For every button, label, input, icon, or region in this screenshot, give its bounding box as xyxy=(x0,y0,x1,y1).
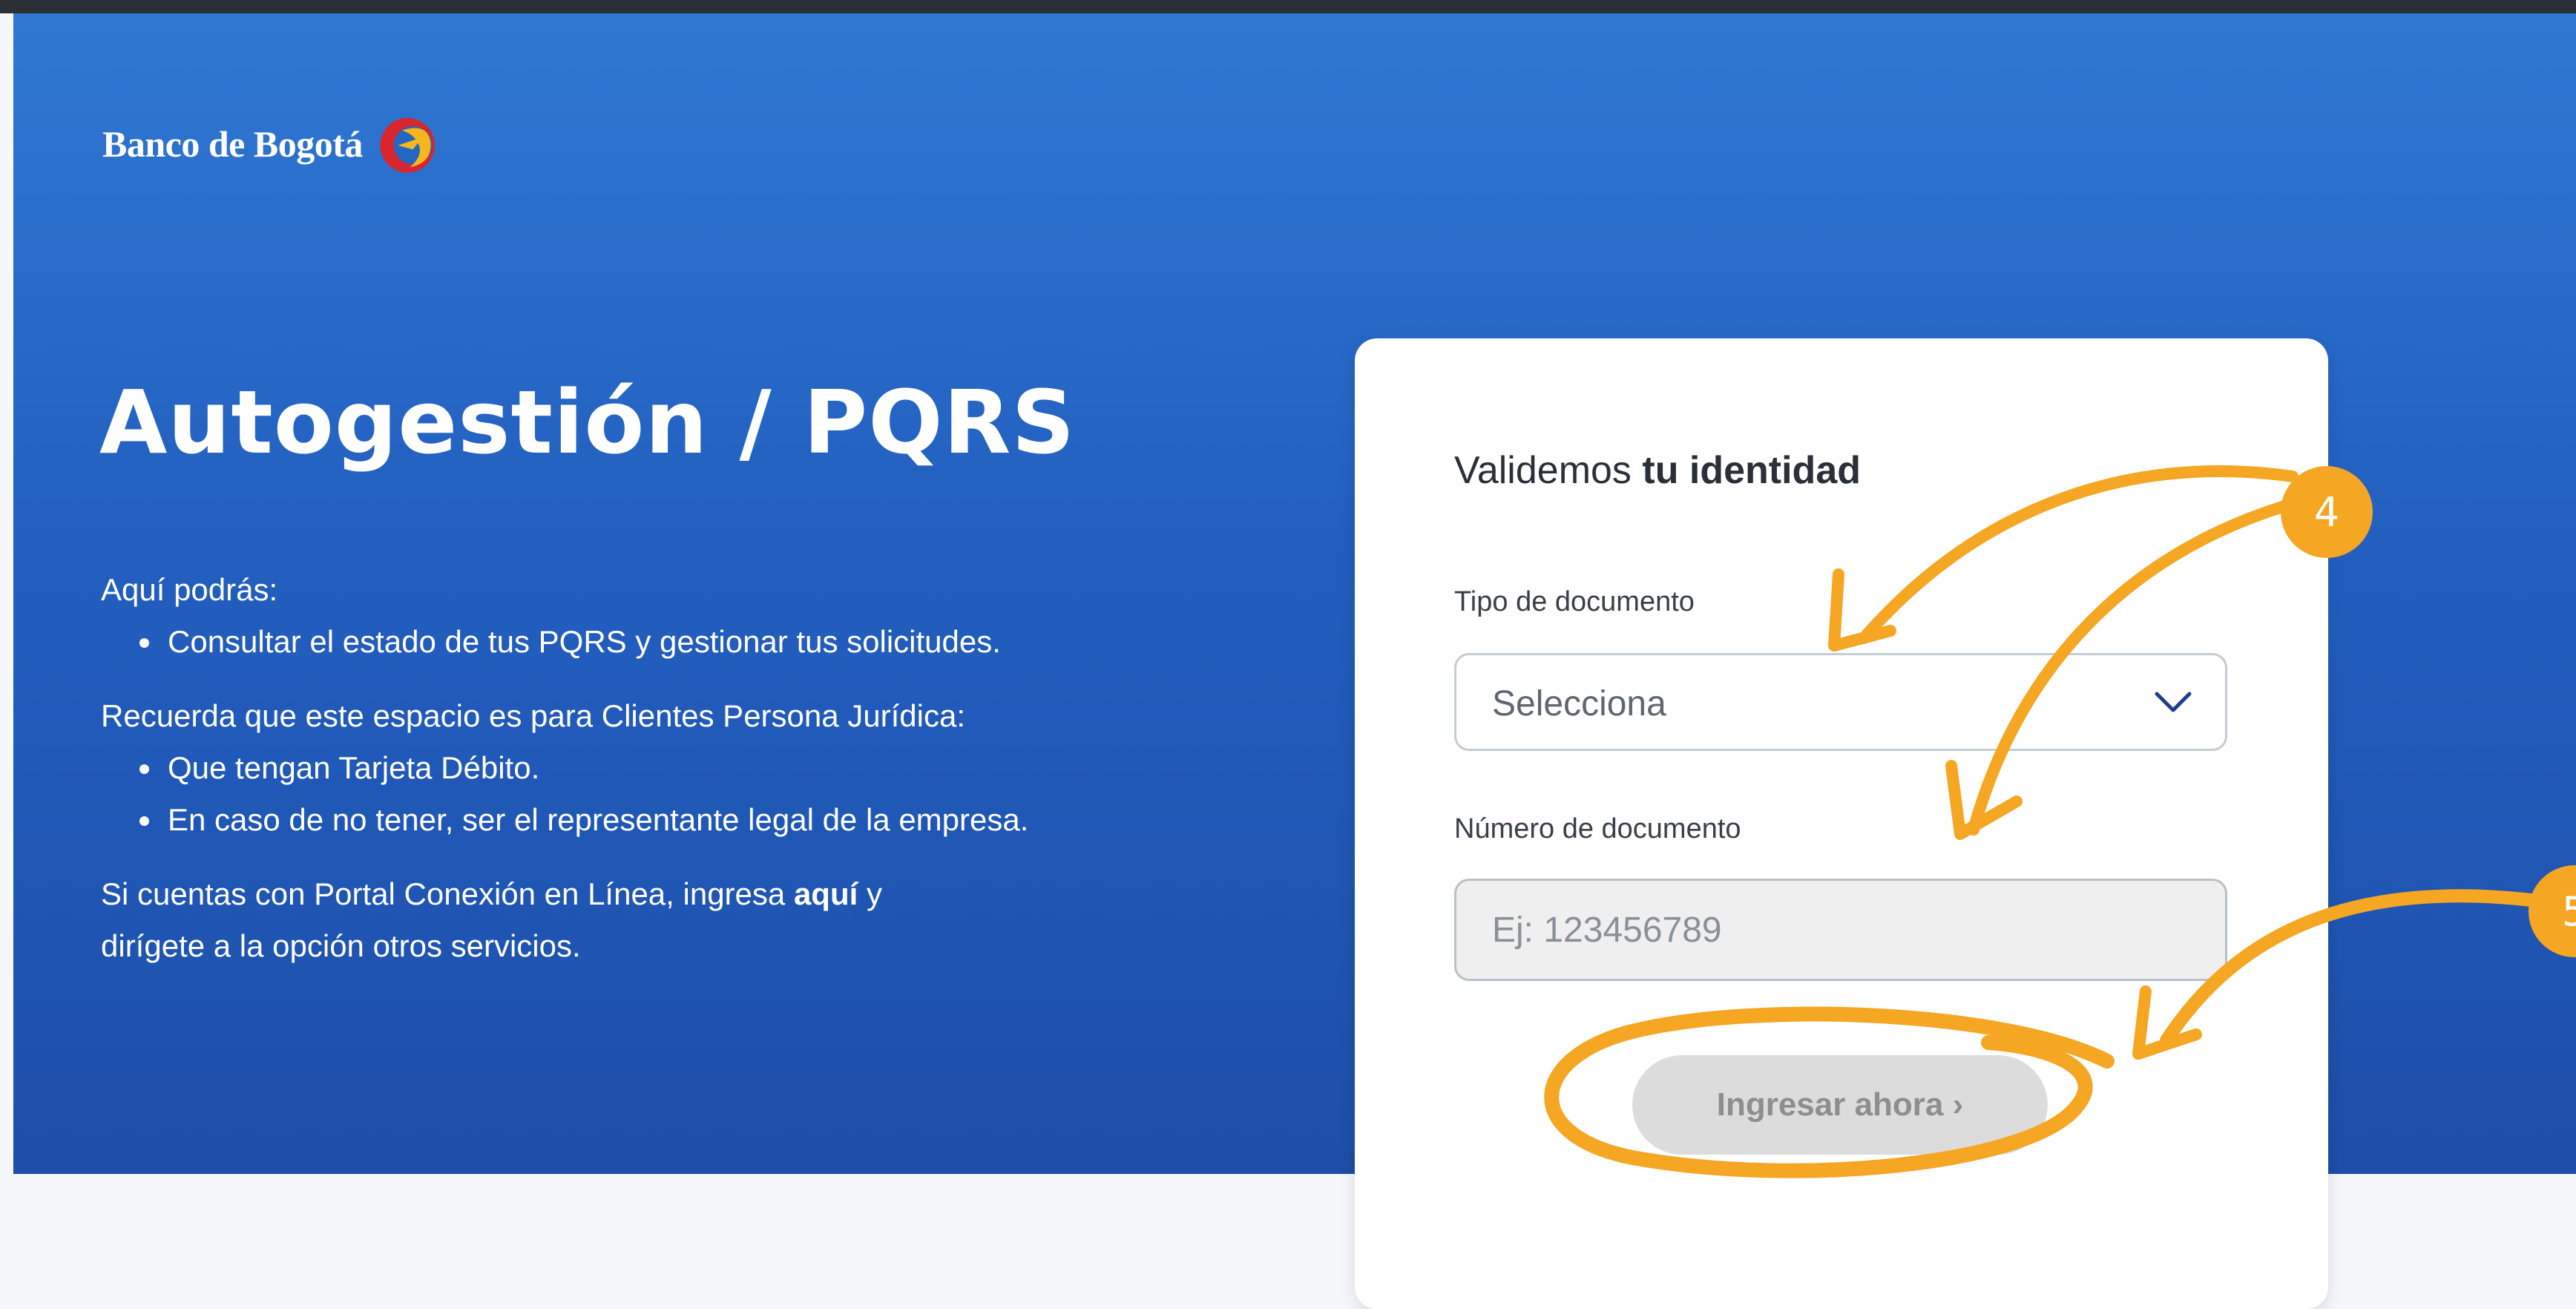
portal-text: Si cuentas con Portal Conexión en Línea,… xyxy=(101,868,1065,972)
list-item: Que tengan Tarjeta Débito. xyxy=(163,742,1065,794)
chevron-down-icon xyxy=(2155,692,2192,712)
submit-button[interactable]: Ingresar ahora › xyxy=(1632,1055,2048,1155)
doc-number-field[interactable] xyxy=(1454,879,2227,981)
reminder-text: Recuerda que este espacio es para Client… xyxy=(101,698,966,733)
portal-text-suffix: dirígete a la opción otros servicios. xyxy=(101,928,581,963)
list-item: En caso de no tener, ser el representant… xyxy=(163,794,1065,846)
hero-description: Aquí podrás: Consultar el estado de tus … xyxy=(101,564,1065,972)
left-edge xyxy=(0,13,13,1309)
doc-type-label: Tipo de documento xyxy=(1454,586,1695,617)
bank-logo-icon xyxy=(380,118,435,173)
identity-card: Validemos tu identidad Tipo de documento… xyxy=(1355,338,2328,1309)
features-list: Consultar el estado de tus PQRS y gestio… xyxy=(101,616,1065,668)
portal-text-mid: y xyxy=(858,876,882,911)
doc-number-label: Número de documento xyxy=(1454,813,1741,844)
doc-type-value: Selecciona xyxy=(1492,684,1666,724)
intro-text: Aquí podrás: xyxy=(101,572,278,607)
list-item: Consultar el estado de tus PQRS y gestio… xyxy=(163,616,1065,668)
card-title-regular: Validemos xyxy=(1454,449,1643,492)
doc-type-select[interactable]: Selecciona xyxy=(1454,653,2227,751)
portal-text-prefix: Si cuentas con Portal Conexión en Línea,… xyxy=(101,876,794,911)
step-4-badge: 4 xyxy=(2281,466,2373,558)
doc-number-input[interactable] xyxy=(1456,881,2225,979)
card-title: Validemos tu identidad xyxy=(1454,448,1861,493)
brand-name: Banco de Bogotá xyxy=(102,123,363,165)
requirements-list: Que tengan Tarjeta Débito. En caso de no… xyxy=(101,742,1065,846)
brand-logo[interactable]: Banco de Bogotá xyxy=(102,110,443,178)
card-title-bold: tu identidad xyxy=(1642,449,1862,492)
portal-link[interactable]: aquí xyxy=(794,876,858,911)
top-strip xyxy=(0,0,2576,13)
page-title: Autogestión / PQRS xyxy=(99,371,1076,473)
